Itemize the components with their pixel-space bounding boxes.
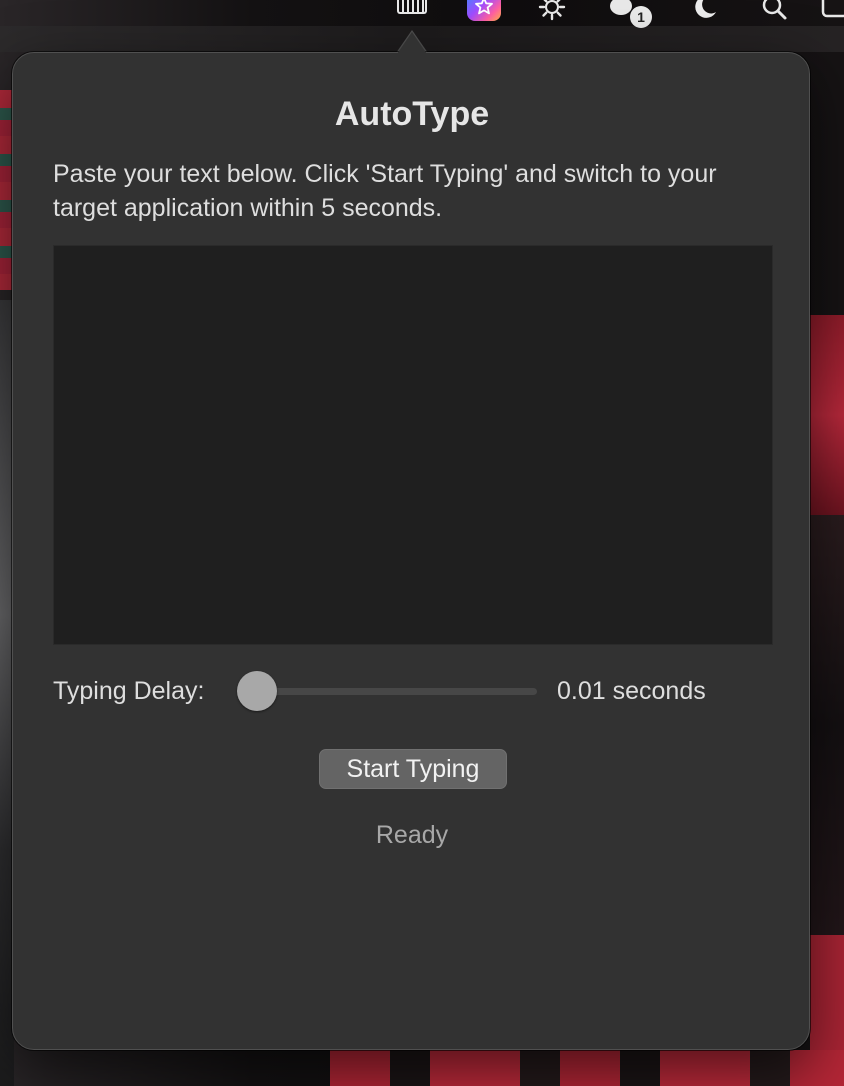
instructions-text: Paste your text below. Click 'Start Typi…	[53, 160, 717, 222]
popover-arrow-fill	[397, 32, 427, 54]
chat-icon[interactable]: 1	[608, 0, 652, 28]
slider-track[interactable]	[237, 688, 537, 695]
autotype-popover: AutoType Paste your text below. Click 'S…	[12, 52, 810, 1050]
keyboard-icon[interactable]	[396, 0, 428, 20]
typing-delay-label: Typing Delay:	[53, 677, 205, 705]
start-typing-button[interactable]: Start Typing	[319, 749, 507, 789]
slider-knob[interactable]	[237, 671, 277, 711]
moon-icon[interactable]	[688, 0, 720, 20]
search-icon[interactable]	[758, 0, 790, 20]
control-center-icon[interactable]	[820, 0, 844, 20]
popover-title: AutoType	[334, 95, 490, 133]
typing-delay-value: 0.01 seconds	[557, 677, 706, 705]
gear-icon[interactable]	[536, 0, 568, 21]
status-text: Ready	[375, 821, 449, 849]
app-star-icon[interactable]	[466, 0, 502, 22]
text-input-area[interactable]	[53, 245, 773, 645]
menu-bar: 1	[0, 0, 844, 28]
typing-delay-slider[interactable]	[237, 671, 537, 711]
notification-badge: 1	[630, 6, 652, 28]
